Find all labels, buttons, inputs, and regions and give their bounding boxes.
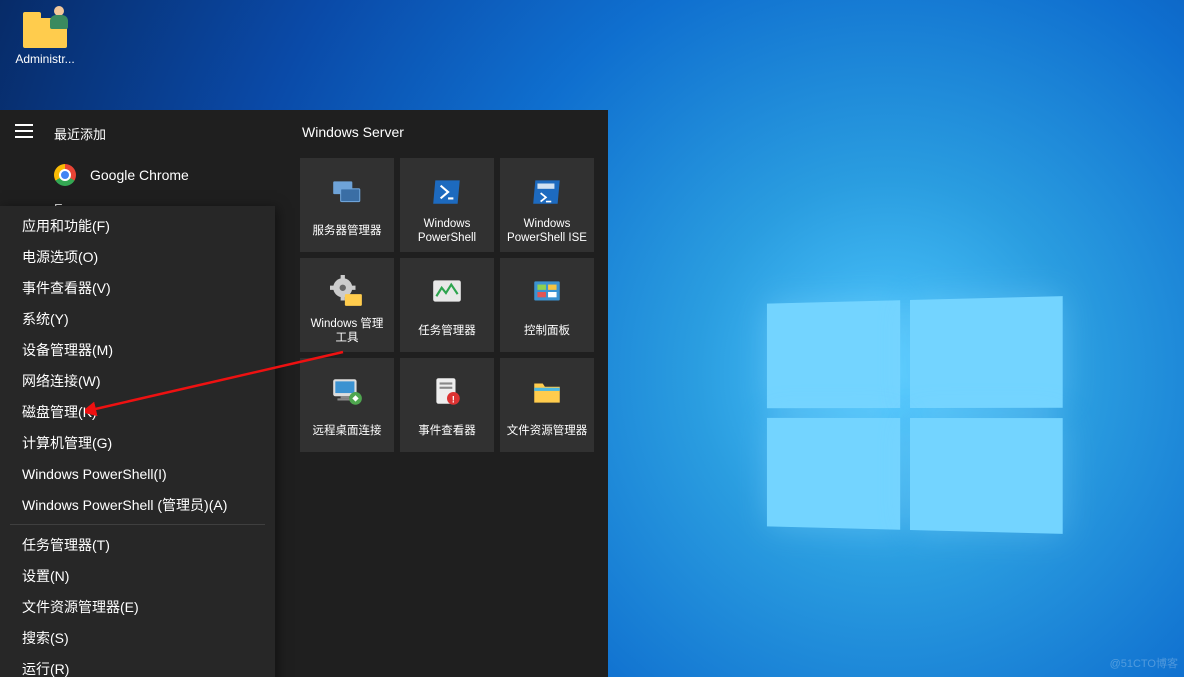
app-row-chrome[interactable]: Google Chrome xyxy=(48,157,300,193)
gear-folder-icon xyxy=(330,266,364,318)
winx-context-menu: 应用和功能(F) 电源选项(O) 事件查看器(V) 系统(Y) 设备管理器(M)… xyxy=(0,206,275,677)
winx-item-device-manager[interactable]: 设备管理器(M) xyxy=(0,334,275,365)
tile-task-manager[interactable]: 任务管理器 xyxy=(400,258,494,352)
start-tiles-panel: Windows Server 服务器管理器 Windows PowerShell… xyxy=(300,110,608,677)
hamburger-icon[interactable] xyxy=(15,124,33,138)
winx-item-apps-features[interactable]: 应用和功能(F) xyxy=(0,210,275,241)
recent-header: 最近添加 xyxy=(48,124,300,143)
tile-server-manager[interactable]: 服务器管理器 xyxy=(300,158,394,252)
tile-file-explorer[interactable]: 文件资源管理器 xyxy=(500,358,594,452)
watermark: @51CTO博客 xyxy=(1110,655,1178,671)
winx-item-system[interactable]: 系统(Y) xyxy=(0,303,275,334)
file-explorer-icon xyxy=(530,366,564,418)
winx-item-file-explorer[interactable]: 文件资源管理器(E) xyxy=(0,591,275,622)
tile-admin-tools[interactable]: Windows 管理工具 xyxy=(300,258,394,352)
server-manager-icon xyxy=(330,166,364,218)
winx-item-event-viewer[interactable]: 事件查看器(V) xyxy=(0,272,275,303)
tile-powershell[interactable]: Windows PowerShell xyxy=(400,158,494,252)
winx-item-disk-management[interactable]: 磁盘管理(K) xyxy=(0,396,275,427)
winx-item-powershell[interactable]: Windows PowerShell(I) xyxy=(0,458,275,489)
remote-desktop-icon xyxy=(330,366,364,418)
event-viewer-icon: ! xyxy=(430,366,464,418)
svg-text:!: ! xyxy=(452,395,455,406)
chrome-icon xyxy=(54,164,76,186)
winx-item-power-options[interactable]: 电源选项(O) xyxy=(0,241,275,272)
desktop-icon-administrator[interactable]: Administr... xyxy=(10,10,80,66)
winx-item-network[interactable]: 网络连接(W) xyxy=(0,365,275,396)
menu-separator xyxy=(10,524,265,525)
windows-logo-graphic xyxy=(767,296,1063,534)
tiles-group-title: Windows Server xyxy=(300,124,598,140)
powershell-icon xyxy=(430,166,464,218)
winx-item-run[interactable]: 运行(R) xyxy=(0,653,275,677)
tile-event-viewer[interactable]: ! 事件查看器 xyxy=(400,358,494,452)
user-folder-icon xyxy=(23,10,67,48)
desktop-icon-label: Administr... xyxy=(10,52,80,66)
tile-control-panel[interactable]: 控制面板 xyxy=(500,258,594,352)
powershell-ise-icon xyxy=(530,166,564,218)
winx-item-computer-management[interactable]: 计算机管理(G) xyxy=(0,427,275,458)
winx-item-settings[interactable]: 设置(N) xyxy=(0,560,275,591)
tile-remote-desktop[interactable]: 远程桌面连接 xyxy=(300,358,394,452)
app-label: Google Chrome xyxy=(90,167,189,183)
winx-item-powershell-admin[interactable]: Windows PowerShell (管理员)(A) xyxy=(0,489,275,520)
tile-powershell-ise[interactable]: Windows PowerShell ISE xyxy=(500,158,594,252)
winx-item-task-manager[interactable]: 任务管理器(T) xyxy=(0,529,275,560)
control-panel-icon xyxy=(530,266,564,318)
winx-item-search[interactable]: 搜索(S) xyxy=(0,622,275,653)
task-manager-icon xyxy=(430,266,464,318)
